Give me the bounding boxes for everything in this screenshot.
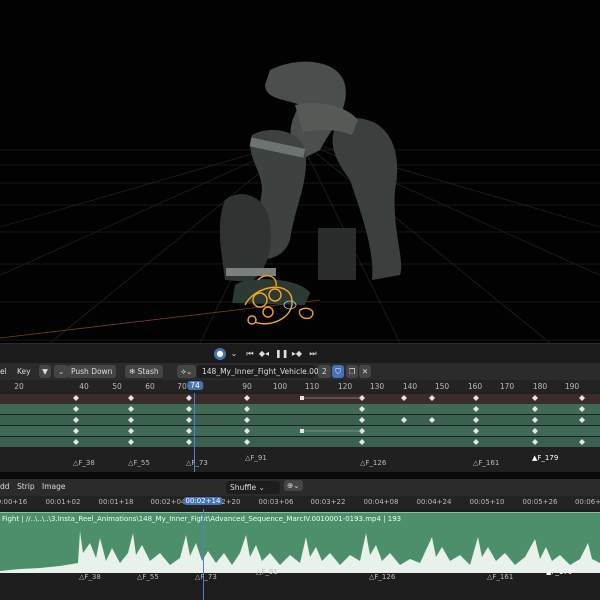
action-name-field[interactable]: 148_My_Inner_Fight_Vehicle.001 — [197, 365, 323, 378]
audio-waveform — [0, 531, 600, 573]
stash-button[interactable]: ❄ Stash — [125, 365, 163, 378]
menu-channel[interactable]: el — [0, 365, 7, 378]
seq-marker-f126[interactable]: △F_126 — [369, 573, 395, 581]
jump-start-icon[interactable]: ⏮ — [244, 348, 256, 360]
push-down-label: Push Down — [71, 367, 113, 376]
blender-window: ● ⌄ ⏮ ◆◂ ❚❚ ▸◆ ⏭ el Key ▼ ⌄ Push Down ❄ … — [0, 0, 600, 600]
playback-bar: ● ⌄ ⏮ ◆◂ ❚❚ ▸◆ ⏭ — [0, 343, 600, 363]
duplicate-action-icon[interactable]: ❐ — [346, 365, 358, 378]
seq-marker-f91[interactable]: △F_91 — [256, 568, 278, 576]
frame-tick: 60 — [145, 382, 155, 391]
chevron-down-icon[interactable]: ⌄ — [228, 348, 240, 360]
time-tick: 00:05+10 — [469, 498, 505, 506]
frame-tick: 120 — [337, 382, 353, 391]
marker-f38[interactable]: △F_38 — [73, 459, 95, 467]
pause-icon[interactable]: ❚❚ — [275, 348, 288, 360]
time-tick: 00:05+26 — [522, 498, 558, 506]
user-count[interactable]: 2 — [318, 365, 331, 378]
stash-icon: ❄ — [129, 367, 138, 376]
fake-user-icon[interactable]: ⛉ — [332, 365, 344, 378]
overlap-mode-dropdown[interactable]: Shuffle ⌄ — [226, 481, 280, 494]
seq-marker-f179[interactable]: ▲F_179 — [546, 568, 572, 576]
jump-end-icon[interactable]: ⏭ — [307, 348, 319, 360]
marker-f91[interactable]: △F_91 — [245, 454, 267, 462]
keyframe-column — [73, 395, 79, 445]
sequencer-area[interactable]: Fight | //..\..\..\3.Insta_Reel_Animatio… — [0, 509, 600, 600]
filter-dropdown-icon[interactable]: ▼ — [39, 365, 51, 378]
prev-keyframe-icon[interactable]: ◆◂ — [258, 348, 270, 360]
menu-image[interactable]: Image — [42, 482, 66, 491]
frame-tick: 20 — [14, 382, 24, 391]
frame-tick: 190 — [564, 382, 580, 391]
viewport-scene — [0, 61, 600, 343]
menu-strip[interactable]: Strip — [17, 482, 35, 491]
push-down-button[interactable]: Push Down — [67, 365, 117, 378]
frame-tick: 90 — [242, 382, 252, 391]
seq-marker-f38[interactable]: △F_38 — [79, 573, 101, 581]
time-tick: 00:03+06 — [258, 498, 294, 506]
current-time-indicator[interactable]: 00:02+14 — [183, 497, 223, 505]
current-frame-indicator[interactable]: 74 — [187, 381, 203, 390]
unlink-action-icon[interactable]: ✕ — [359, 365, 371, 378]
next-keyframe-icon[interactable]: ▸◆ — [291, 348, 303, 360]
time-tick: 00:04+08 — [363, 498, 399, 506]
time-tick: 00:01+02 — [45, 498, 81, 506]
seq-marker-f161[interactable]: △F_161 — [487, 573, 513, 581]
frame-tick: 70 — [177, 382, 187, 391]
seq-marker-f55[interactable]: △F_55 — [137, 573, 159, 581]
time-tick: 0:00+16 — [0, 498, 28, 506]
marker-f55[interactable]: △F_55 — [128, 459, 150, 467]
frame-tick: 50 — [112, 382, 122, 391]
frame-tick: 100 — [272, 382, 288, 391]
frame-ruler[interactable]: 20 40 50 60 70 90 100 110 120 130 140 15… — [0, 380, 600, 393]
seq-marker-f73[interactable]: △F_73 — [195, 573, 217, 581]
frame-tick: 140 — [402, 382, 418, 391]
strip-label: Fight | //..\..\..\3.Insta_Reel_Animatio… — [2, 515, 402, 523]
action-editor-header: el Key ▼ ⌄ Push Down ❄ Stash ⟡⌄ 148_My_I… — [0, 363, 600, 380]
time-tick: 00:03+22 — [310, 498, 346, 506]
record-icon[interactable]: ● — [214, 348, 226, 360]
frame-tick: 40 — [79, 382, 89, 391]
stash-label: Stash — [137, 367, 159, 376]
marker-f126[interactable]: △F_126 — [360, 459, 386, 467]
snapping-icon[interactable]: ⊕⌄ — [284, 480, 303, 491]
action-browse-icon[interactable]: ⟡⌄ — [177, 365, 197, 378]
frame-tick: 160 — [467, 382, 483, 391]
time-tick: 00:04+24 — [416, 498, 452, 506]
menu-key[interactable]: Key — [17, 365, 31, 378]
movie-strip[interactable]: Fight | //..\..\..\3.Insta_Reel_Animatio… — [0, 512, 600, 573]
chevron-down-icon: ⌄ — [256, 483, 265, 492]
time-ruler[interactable]: 0:00+16 00:01+02 00:01+18 00:02+04 00:02… — [0, 496, 600, 509]
time-tick: 00:01+18 — [98, 498, 134, 506]
marker-f179[interactable]: ▲F_179 — [532, 454, 558, 462]
marker-row: △F_38 △F_55 △F_73 △F_91 △F_126 △F_161 ▲F… — [0, 454, 600, 472]
frame-tick: 130 — [369, 382, 385, 391]
sequencer-playhead-line[interactable] — [203, 509, 204, 600]
time-tick: 00:06+ — [574, 498, 600, 506]
sequencer-header: dd Strip Image Shuffle ⌄ ⊕⌄ — [0, 479, 600, 496]
3d-viewport[interactable] — [0, 0, 600, 343]
frame-tick: 110 — [304, 382, 320, 391]
frame-tick: 180 — [532, 382, 548, 391]
frame-tick: 170 — [499, 382, 515, 391]
marker-f73[interactable]: △F_73 — [186, 459, 208, 467]
time-tick: 00:02+04 — [150, 498, 186, 506]
menu-add[interactable]: dd — [0, 482, 10, 491]
marker-f161[interactable]: △F_161 — [473, 459, 499, 467]
frame-tick: 150 — [434, 382, 450, 391]
